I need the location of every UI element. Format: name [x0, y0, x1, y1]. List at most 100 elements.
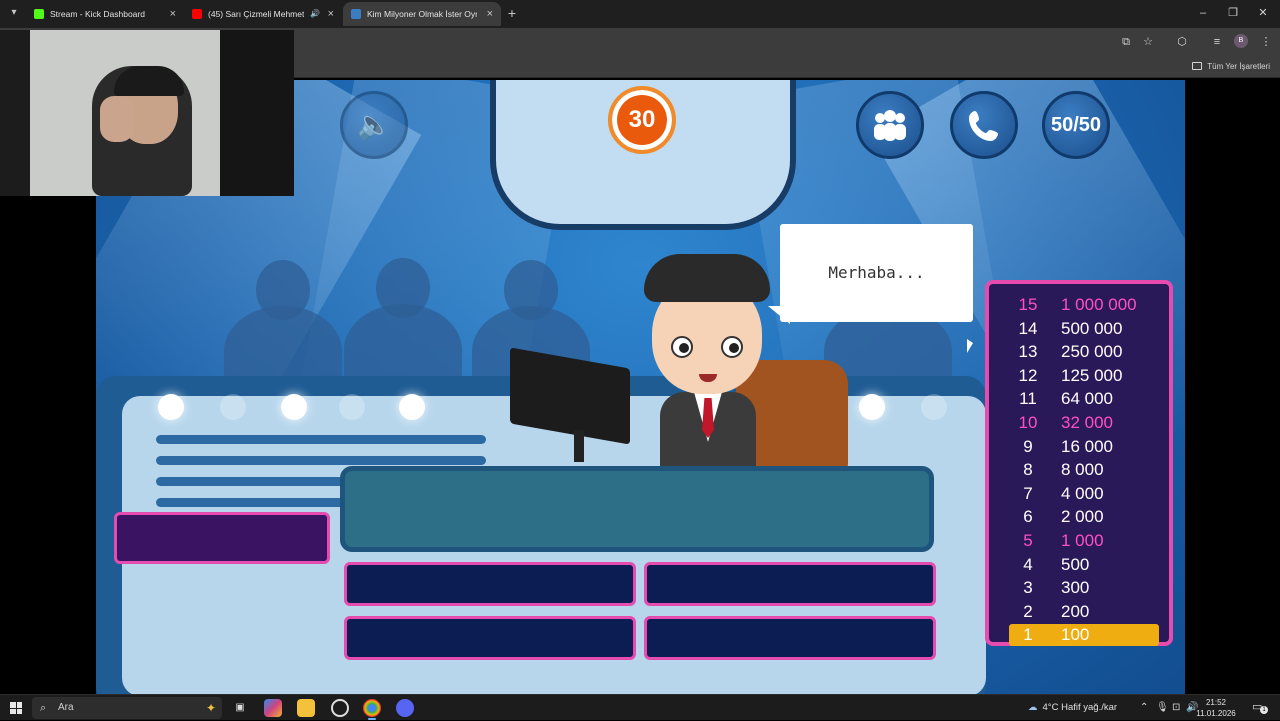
close-tab-icon[interactable]: ×: [328, 2, 334, 26]
sound-button[interactable]: 🔈: [340, 91, 408, 159]
network-icon[interactable]: ⊡: [1172, 700, 1180, 716]
file-explorer-icon[interactable]: [297, 699, 315, 717]
notification-icon[interactable]: ▭ 1: [1252, 700, 1268, 714]
minimize-icon[interactable]: –: [1192, 4, 1214, 22]
tab-title: Kim Milyoner Olmak İster Oyna: [367, 9, 477, 19]
ladder-row-15: 15 1 000 000: [1009, 294, 1159, 316]
search-icon: ⌕: [40, 702, 47, 714]
kebab-menu-icon[interactable]: ⋮: [1258, 34, 1274, 50]
answer-c-button[interactable]: [344, 616, 636, 660]
copilot-sparkle-icon: ✦: [205, 701, 216, 715]
speaker-icon[interactable]: 🔊: [310, 2, 320, 26]
tab-search-chevron-icon[interactable]: ▾: [6, 5, 22, 21]
ladder-row-4: 4 500: [1009, 554, 1159, 576]
ladder-row-12: 12 125 000: [1009, 365, 1159, 387]
copilot-icon[interactable]: [264, 699, 282, 717]
cast-icon[interactable]: ⧉: [1118, 34, 1134, 50]
weather-text: 4°C Hafif yağ./kar: [1042, 702, 1118, 713]
stage-light: [921, 394, 947, 420]
stage-stripe: [156, 498, 346, 507]
browser-tab-bar: ▾ Stream - Kick Dashboard × (45) Sarı Çi…: [0, 0, 1280, 28]
stage-stripe: [156, 477, 346, 486]
speech-bubble-tail: [768, 306, 790, 324]
system-clock[interactable]: 21:52 11.01.2026: [1196, 697, 1236, 719]
restore-icon[interactable]: ❐: [1222, 4, 1244, 22]
ladder-amount: 300: [1061, 578, 1090, 598]
ladder-amount: 250 000: [1061, 342, 1123, 362]
extensions-icon[interactable]: ⬡: [1174, 34, 1190, 50]
host-hair: [644, 254, 770, 302]
ladder-amount: 1 000: [1061, 531, 1104, 550]
stage-stripe: [156, 435, 486, 444]
ladder-level: 1: [1023, 625, 1033, 645]
phone-icon: [969, 111, 998, 141]
answer-b-button[interactable]: [644, 562, 936, 606]
streamer-hair: [114, 66, 184, 96]
streamer-hand: [100, 96, 134, 142]
answer-a-button[interactable]: [344, 562, 636, 606]
ladder-level: 2: [1023, 601, 1033, 621]
taskbar-search-placeholder: Ara: [58, 702, 74, 713]
weather-widget[interactable]: ☁ 4°C Hafif yağ./kar: [1028, 695, 1117, 721]
ladder-amount: 8 000: [1061, 460, 1104, 480]
ladder-row-8: 8 8 000: [1009, 459, 1159, 481]
all-bookmarks-button[interactable]: Tüm Yer İşaretleri: [1192, 60, 1270, 74]
ladder-level: 15: [1018, 295, 1038, 314]
ladder-level: 14: [1018, 318, 1038, 338]
audience-icon: [874, 110, 906, 141]
ladder-level: 8: [1023, 460, 1033, 480]
answer-d-button[interactable]: [644, 616, 936, 660]
folder-icon: [1192, 62, 1203, 70]
media-control-icon[interactable]: ≡: [1209, 34, 1225, 50]
webcam-background-door: [220, 30, 294, 196]
tab-kick-dashboard[interactable]: Stream - Kick Dashboard ×: [26, 2, 184, 26]
windows-start-icon[interactable]: [10, 702, 22, 714]
ladder-level: 10: [1018, 413, 1038, 432]
ladder-amount: 4 000: [1061, 483, 1104, 503]
ladder-amount: 32 000: [1061, 413, 1113, 432]
close-window-icon[interactable]: ✕: [1252, 4, 1274, 22]
profile-avatar[interactable]: B: [1234, 34, 1248, 48]
ladder-row-6: 6 2 000: [1009, 506, 1159, 528]
stage-light: [281, 394, 307, 420]
tab-milyoner-game[interactable]: Kim Milyoner Olmak İster Oyna ×: [343, 2, 501, 26]
close-tab-icon[interactable]: ×: [170, 2, 176, 26]
host-computer-stand: [574, 430, 584, 462]
ladder-amount: 2 000: [1061, 507, 1104, 527]
phone-lifeline[interactable]: [950, 91, 1018, 159]
ladder-level: 6: [1023, 507, 1033, 527]
discord-icon[interactable]: [396, 699, 414, 717]
microphone-icon[interactable]: 🎙: [1156, 700, 1169, 716]
tab-youtube[interactable]: (45) Sarı Çizmeli Mehmet Ağa 🔊 ×: [184, 2, 342, 26]
ladder-row-5: 5 1 000: [1009, 530, 1159, 552]
task-view-icon[interactable]: ▣: [231, 699, 249, 717]
stage-stripe: [156, 456, 486, 465]
ladder-amount: 125 000: [1061, 365, 1123, 385]
chrome-icon[interactable]: [363, 699, 381, 720]
bookmark-star-icon[interactable]: ☆: [1140, 34, 1156, 50]
host-speech-bubble: Merhaba...: [780, 224, 973, 322]
ladder-amount: 64 000: [1061, 389, 1113, 409]
chevron-up-icon[interactable]: ⌃: [1140, 700, 1148, 716]
taskbar-search-box[interactable]: ⌕ Ara ✦: [32, 697, 222, 719]
close-tab-icon[interactable]: ×: [487, 2, 493, 26]
ladder-row-7: 7 4 000: [1009, 483, 1159, 505]
game-favicon-icon: [351, 9, 361, 19]
ladder-level: 5: [1023, 531, 1033, 550]
fifty-fifty-lifeline[interactable]: 50/50: [1042, 91, 1110, 159]
mouse-cursor: [967, 339, 973, 353]
ladder-row-2: 2 200: [1009, 601, 1159, 623]
ladder-level: 13: [1018, 342, 1038, 362]
cloud-snow-icon: ☁: [1028, 702, 1038, 713]
clock-date: 11.01.2026: [1196, 709, 1236, 718]
ladder-row-9: 9 16 000: [1009, 436, 1159, 458]
ladder-amount: 16 000: [1061, 436, 1113, 456]
current-prize-box: [114, 512, 330, 564]
obs-studio-icon[interactable]: [331, 699, 349, 717]
ladder-level: 4: [1023, 554, 1033, 574]
new-tab-button[interactable]: +: [505, 4, 519, 22]
audience-lifeline[interactable]: [856, 91, 924, 159]
ladder-row-11: 11 64 000: [1009, 388, 1159, 410]
host-eye: [671, 336, 693, 358]
ladder-level: 11: [1019, 389, 1037, 409]
